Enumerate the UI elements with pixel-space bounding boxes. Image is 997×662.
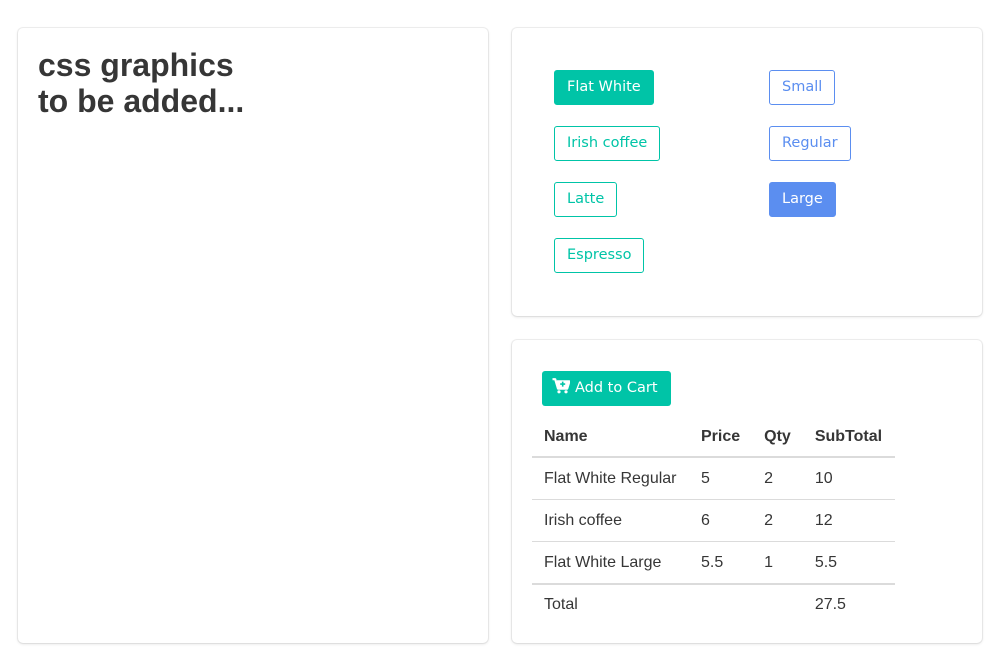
- column-header-name: Name: [532, 417, 689, 458]
- cell-qty: 2: [752, 457, 803, 500]
- table-row: Flat White Regular 5 2 10: [532, 457, 895, 500]
- cell-name: Irish coffee: [532, 499, 689, 542]
- table-row: Flat White Large 5.5 1 5.5: [532, 541, 895, 585]
- cell-price: 5: [689, 457, 753, 500]
- cell-name: Flat White Regular: [532, 457, 689, 500]
- coffee-option-latte[interactable]: Latte: [554, 182, 618, 217]
- column-header-price: Price: [689, 417, 753, 458]
- total-label: Total: [544, 596, 578, 613]
- cell-subtotal: 12: [802, 499, 895, 542]
- cell-qty: 1: [752, 541, 803, 585]
- column-header-qty: Qty: [752, 417, 803, 458]
- coffee-option-irish-coffee[interactable]: Irish coffee: [554, 126, 661, 161]
- options-panel: Flat White Irish coffee Latte Espresso S…: [512, 28, 982, 316]
- cell-subtotal: 10: [802, 457, 895, 500]
- graphics-panel: css graphics to be added...: [18, 28, 488, 643]
- cell-name: Flat White Large: [532, 541, 689, 585]
- cart-panel: Add to Cart Name Price Qty SubTotal Flat…: [512, 340, 982, 643]
- cell-qty: 2: [752, 499, 803, 542]
- size-option-small[interactable]: Small: [769, 70, 836, 105]
- cell-price: 5.5: [689, 541, 753, 585]
- cell-subtotal: 5.5: [802, 541, 895, 585]
- coffee-option-flat-white[interactable]: Flat White: [554, 70, 654, 105]
- size-option-regular[interactable]: Regular: [769, 126, 851, 161]
- graphics-placeholder-heading: css graphics to be added...: [38, 47, 244, 119]
- cart-table-header: Name Price Qty SubTotal: [532, 417, 895, 458]
- total-value: 27.5: [814, 596, 846, 613]
- column-header-subtotal: SubTotal: [802, 417, 895, 458]
- table-row: Irish coffee 6 2 12: [532, 499, 895, 542]
- placeholder-line-1: css graphics: [38, 47, 234, 83]
- total-row: Total 27.5: [532, 584, 895, 625]
- cell-price: 6: [689, 499, 753, 542]
- cart-table: Name Price Qty SubTotal Flat White Regul…: [532, 417, 895, 625]
- add-to-cart-label: Add to Cart: [575, 380, 658, 396]
- cart-plus-icon: [552, 378, 570, 394]
- coffee-option-espresso[interactable]: Espresso: [554, 238, 645, 273]
- size-option-large[interactable]: Large: [769, 182, 836, 217]
- add-to-cart-button[interactable]: Add to Cart: [542, 371, 671, 406]
- placeholder-line-2: to be added...: [38, 83, 245, 119]
